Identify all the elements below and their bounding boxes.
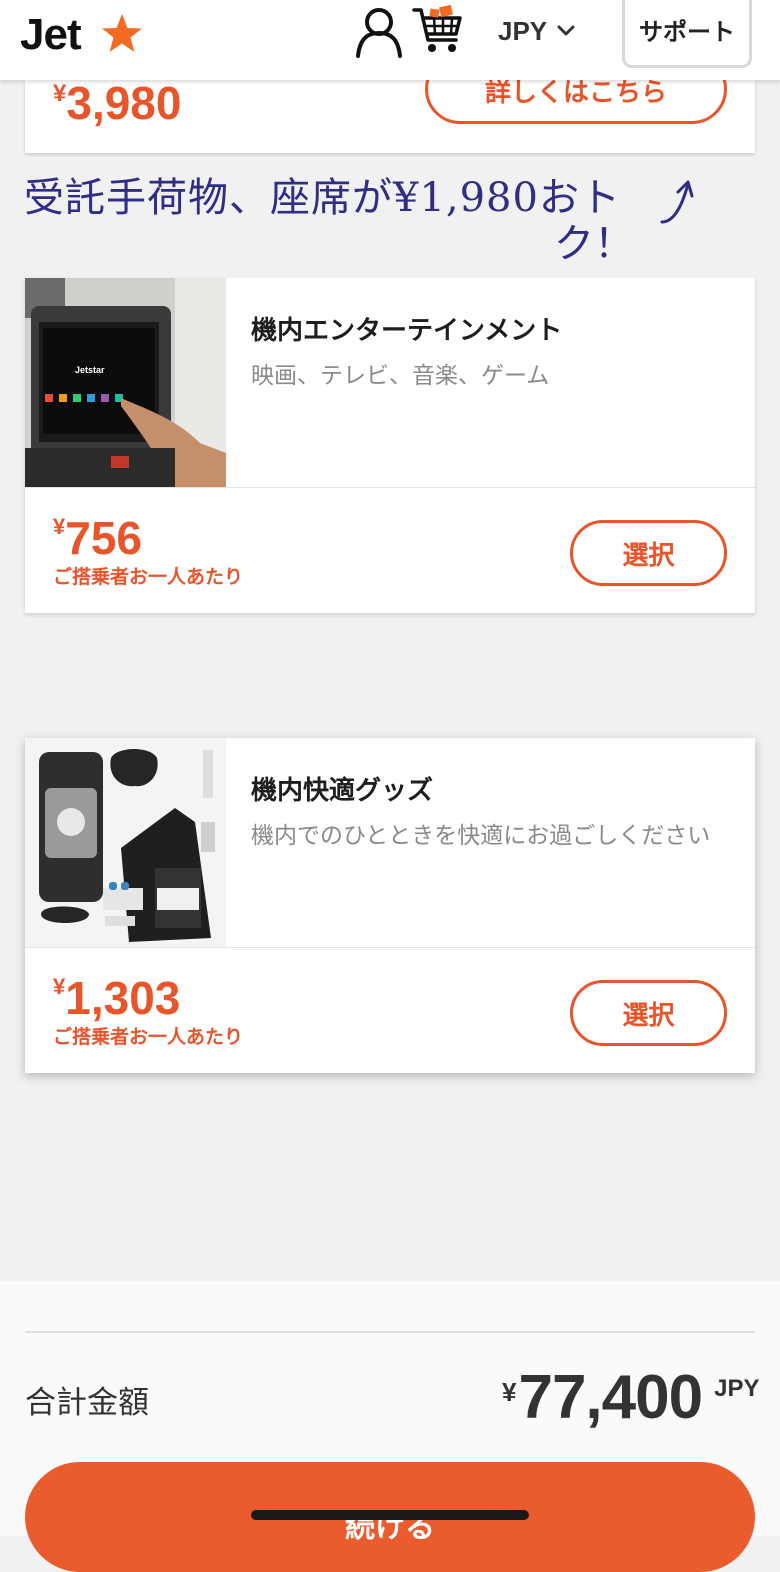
price-per-passenger-note: ご搭乗者お一人あたり [53, 566, 244, 588]
order-summary: 合計金額 ¥ 77,400 JPY 続ける [0, 1281, 780, 1572]
product-price: ¥1,303 [53, 974, 180, 1022]
product-price-value: 756 [65, 512, 142, 564]
support-button[interactable]: サポート [622, 0, 752, 68]
card-header: 機内快適グッズ 機内でのひとときを快適にお過ごしください [25, 738, 755, 948]
site-header: Jet JPY サポート [0, 0, 780, 80]
account-icon[interactable] [354, 6, 404, 58]
total-currency: JPY [714, 1375, 760, 1402]
divider [25, 1331, 755, 1333]
price-per-passenger-note: ご搭乗者お一人あたり [53, 1026, 244, 1048]
yen-symbol: ¥ [502, 1377, 517, 1407]
entertainment-image: Jetstar [25, 278, 226, 487]
card-header: Jetstar 機内エンターテインメント 映画、テレビ、音楽、ゲーム [25, 278, 755, 488]
cart-icon[interactable] [412, 4, 464, 56]
currency-label: JPY [498, 15, 548, 46]
jetstar-logo[interactable]: Jet [20, 10, 82, 60]
chevron-down-icon [557, 25, 575, 36]
bundle-price: ¥3,980 [53, 80, 181, 126]
handwritten-note: 受託手荷物、座席が¥1,980おト [24, 175, 621, 221]
handwritten-arrow-icon [660, 180, 694, 224]
currency-selector[interactable]: JPY [498, 14, 575, 48]
yen-symbol: ¥ [53, 514, 66, 539]
details-button[interactable]: 詳しくはこちら [425, 80, 727, 124]
product-title: 機内エンターテインメント [251, 316, 563, 346]
yen-symbol: ¥ [53, 80, 67, 107]
total-label: 合計金額 [25, 1385, 149, 1421]
product-title: 機内快適グッズ [251, 776, 434, 806]
handwritten-note-line2: ク！ [554, 221, 634, 267]
baggage-seat-card: ¥3,980 詳しくはこちら [25, 80, 755, 153]
product-price: ¥756 [53, 514, 142, 562]
product-description: 映画、テレビ、音楽、ゲーム [251, 363, 550, 389]
total-amount-value: 77,400 [518, 1363, 703, 1432]
entertainment-card: Jetstar 機内エンターテインメント 映画、テレビ、音楽、ゲーム ¥756 … [25, 278, 755, 613]
yen-symbol: ¥ [53, 974, 66, 999]
svg-text:Jetstar: Jetstar [75, 365, 105, 375]
home-indicator[interactable] [251, 1510, 529, 1520]
select-button[interactable]: 選択 [570, 980, 727, 1046]
product-description: 機内でのひとときを快適にお過ごしください [251, 823, 711, 849]
comfort-kit-card: 機内快適グッズ 機内でのひとときを快適にお過ごしください ¥1,303 ご搭乗者… [25, 738, 755, 1073]
total-amount: ¥ 77,400 JPY [502, 1367, 759, 1429]
comfort-kit-image [25, 738, 226, 947]
product-price-value: 1,303 [65, 972, 181, 1024]
logo-star-icon [102, 14, 142, 52]
card-footer: ¥1,303 ご搭乗者お一人あたり 選択 [25, 948, 755, 1073]
bundle-price-value: 3,980 [66, 80, 182, 129]
card-footer: ¥756 ご搭乗者お一人あたり 選択 [25, 488, 755, 613]
select-button[interactable]: 選択 [570, 520, 727, 586]
